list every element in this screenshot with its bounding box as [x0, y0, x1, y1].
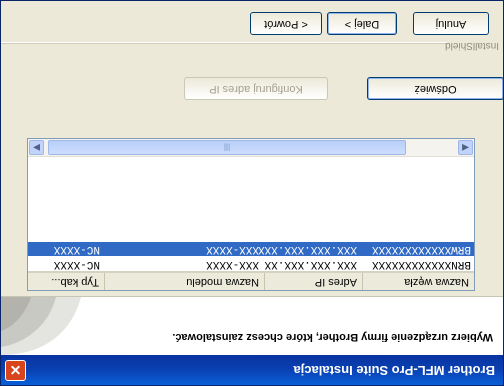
- column-header-node-name[interactable]: Nazwa węzła: [362, 273, 474, 290]
- arrow-left-icon[interactable]: ◀: [458, 140, 473, 155]
- refresh-button[interactable]: Odśwież: [367, 77, 504, 100]
- ip-address-cell: XXX.XXX.XXX.XXX: [257, 243, 357, 255]
- arrow-right-icon[interactable]: ▶: [29, 140, 44, 155]
- instruction-text: Wybierz urządzenie firmy Brother, które …: [172, 331, 493, 343]
- column-header-cable-type[interactable]: Typ kab...: [28, 273, 104, 290]
- installer-window: Brother MFL-Pro Suite Instalacja ✕ Wybie…: [0, 0, 504, 386]
- next-button[interactable]: Dalej >: [327, 12, 397, 35]
- table-row[interactable]: BRNXXXXXXXXXXXX XXX.XXX.XXX.XX XXX-XXXX …: [28, 257, 474, 271]
- list-header: Nazwa węzła Adres IP Nazwa modelu Typ ka…: [28, 271, 474, 290]
- footer-divider: [1, 42, 447, 44]
- header-swoosh-graphic: [1, 297, 111, 355]
- model-name-cell: XXX-XXXX: [206, 258, 259, 270]
- scrollbar-thumb[interactable]: |||: [48, 140, 406, 155]
- model-name-cell: XXX-XXXX: [206, 243, 259, 255]
- table-row-selected[interactable]: BRWXXXXXXXXXXXX XXX.XXX.XXX.XXX XXX-XXXX…: [28, 242, 474, 256]
- horizontal-scrollbar[interactable]: ◀ ||| ▶: [28, 139, 474, 157]
- ip-address-cell: XXX.XXX.XXX.XX: [264, 258, 357, 270]
- header-panel: Wybierz urządzenie firmy Brother, które …: [1, 296, 503, 355]
- node-name-cell: BRWXXXXXXXXXXXX: [371, 243, 471, 255]
- installshield-label: InstallShield: [445, 40, 499, 51]
- cable-type-cell: NC-XXXX: [53, 258, 100, 270]
- title-bar[interactable]: Brother MFL-Pro Suite Instalacja ✕: [1, 355, 503, 385]
- back-button[interactable]: < Powrót: [250, 12, 322, 35]
- device-list[interactable]: Nazwa węzła Adres IP Nazwa modelu Typ ka…: [27, 138, 475, 291]
- cancel-button[interactable]: Anuluj: [413, 12, 489, 35]
- configure-ip-button[interactable]: Konfiguruj adres IP: [184, 77, 328, 100]
- window-title: Brother MFL-Pro Suite Instalacja: [293, 363, 495, 378]
- close-button[interactable]: ✕: [5, 360, 26, 381]
- close-icon: ✕: [9, 362, 22, 378]
- column-header-ip-address[interactable]: Adres IP: [264, 273, 362, 290]
- column-header-model-name[interactable]: Nazwa modelu: [104, 273, 264, 290]
- cable-type-cell: NC-XXXX: [53, 243, 100, 255]
- node-name-cell: BRNXXXXXXXXXXXX: [371, 258, 471, 270]
